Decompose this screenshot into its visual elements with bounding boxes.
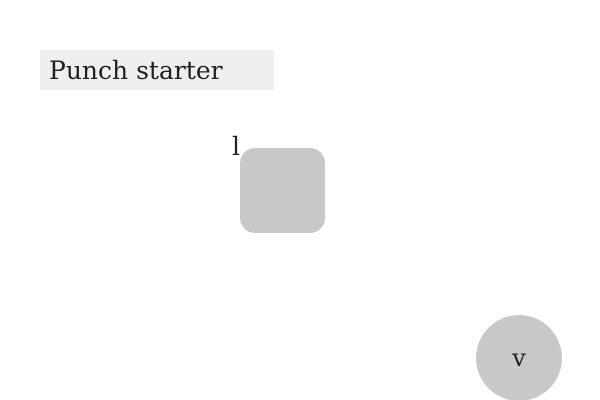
square-button[interactable] bbox=[240, 148, 325, 233]
small-label: l bbox=[232, 132, 240, 161]
page-title: Punch starter bbox=[49, 55, 223, 85]
title-box: Punch starter bbox=[40, 50, 274, 90]
circle-button[interactable]: v bbox=[476, 315, 562, 400]
circle-button-label: v bbox=[512, 344, 526, 372]
